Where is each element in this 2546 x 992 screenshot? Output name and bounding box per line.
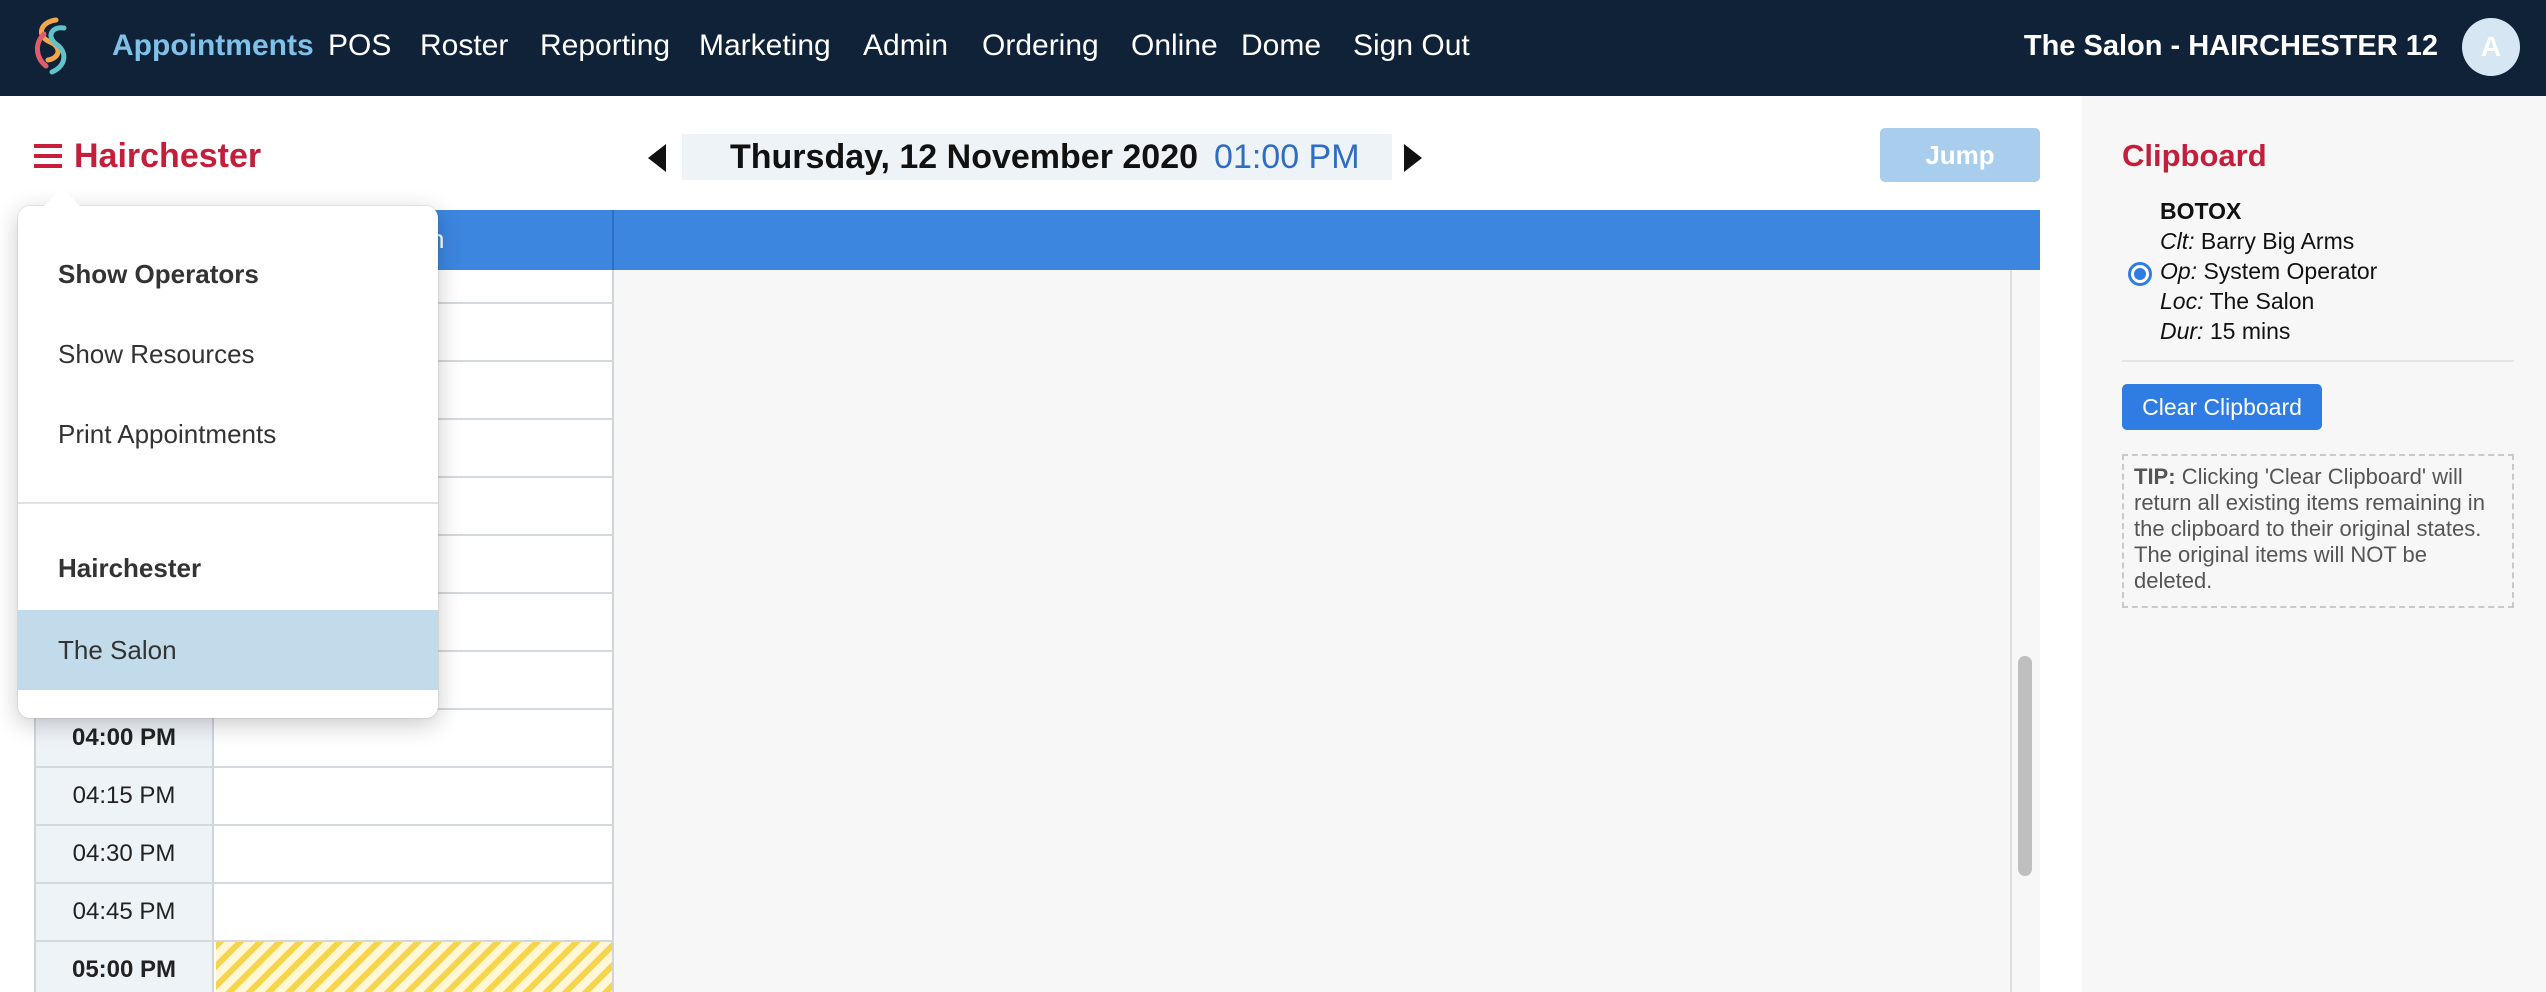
app-logo-icon[interactable] <box>26 14 80 78</box>
time-slot-label: 04:00 PM <box>71 724 177 751</box>
nav-marketing[interactable]: Marketing <box>699 26 831 66</box>
show-resources-option[interactable]: Show Resources <box>18 314 438 394</box>
nav-dome[interactable]: Dome <box>1241 26 1321 66</box>
clipboard-title: Clipboard <box>2122 138 2267 173</box>
top-nav-bar: Appointments POS Roster Reporting Market… <box>0 0 2546 96</box>
nav-ordering[interactable]: Ordering <box>982 26 1099 66</box>
calendar-body[interactable] <box>614 270 2040 992</box>
previous-day-arrow-icon[interactable] <box>648 144 666 172</box>
menu-divider <box>18 502 438 504</box>
clipboard-client-line: Clt: Barry Big Arms <box>2160 226 2377 256</box>
appointment-slot[interactable] <box>216 710 612 766</box>
tip-label: TIP: <box>2134 464 2176 489</box>
print-appointments-option[interactable]: Print Appointments <box>18 394 438 474</box>
operator-name: System Operator <box>2203 258 2378 284</box>
nav-sign-out[interactable]: Sign Out <box>1353 26 1470 66</box>
user-avatar[interactable]: A <box>2462 18 2520 76</box>
nav-reporting[interactable]: Reporting <box>540 26 670 66</box>
date-time-selector[interactable]: Thursday, 12 November 2020 01:00 PM <box>682 134 1392 180</box>
location-option-the-salon[interactable]: The Salon <box>18 610 438 690</box>
nav-online[interactable]: Online <box>1131 26 1218 66</box>
appointment-slot[interactable] <box>216 884 612 940</box>
duration-label: Dur: <box>2160 318 2204 344</box>
current-time: 01:00 PM <box>1214 137 1360 176</box>
hamburger-menu-icon[interactable] <box>34 144 62 168</box>
time-slot-label: 04:15 PM <box>72 782 176 809</box>
location-menu-popover: Show Operators Show Resources Print Appo… <box>18 188 438 718</box>
current-date: Thursday, 12 November 2020 <box>730 137 1199 176</box>
time-slot-label: 04:30 PM <box>72 840 176 867</box>
nav-roster[interactable]: Roster <box>420 26 508 66</box>
clipboard-item-radio[interactable] <box>2128 262 2152 286</box>
client-name: Barry Big Arms <box>2200 228 2355 254</box>
unavailable-slot[interactable] <box>216 942 612 992</box>
operator-label: Op: <box>2160 258 2198 284</box>
nav-pos[interactable]: POS <box>328 26 391 66</box>
appointment-slot[interactable] <box>216 826 612 882</box>
clipboard-item[interactable]: BOTOX Clt: Barry Big Arms Op: System Ope… <box>2160 196 2377 346</box>
nav-admin[interactable]: Admin <box>863 26 948 66</box>
location-name: The Salon <box>2209 288 2315 314</box>
jump-button[interactable]: Jump <box>1880 128 2040 182</box>
popover-arrow <box>42 188 82 208</box>
clipboard-location-line: Loc: The Salon <box>2160 286 2377 316</box>
location-section-heading: Hairchester <box>58 553 202 583</box>
nav-appointments[interactable]: Appointments <box>112 26 314 66</box>
time-slot-label: 05:00 PM <box>71 956 177 983</box>
appointment-slot[interactable] <box>216 768 612 824</box>
location-label: Loc: <box>2160 288 2204 314</box>
tenant-name: The Salon - HAIRCHESTER 12 <box>2023 30 2438 62</box>
clipboard-separator <box>2122 360 2514 362</box>
client-label: Clt: <box>2160 228 2195 254</box>
tip-text: Clicking 'Clear Clipboard' will return a… <box>2134 464 2485 593</box>
header-divider <box>612 210 614 270</box>
clipboard-operator-line: Op: System Operator <box>2160 256 2377 286</box>
calendar-scroll-track <box>2010 270 2012 992</box>
location-title: Hairchester <box>74 137 262 175</box>
clipboard-tip: TIP: Clicking 'Clear Clipboard' will ret… <box>2122 454 2514 608</box>
show-operators-option[interactable]: Show Operators <box>18 234 438 314</box>
clipboard-service: BOTOX <box>2160 198 2242 224</box>
clear-clipboard-button[interactable]: Clear Clipboard <box>2122 384 2322 430</box>
time-slot-label: 04:45 PM <box>72 898 176 925</box>
calendar-scrollbar[interactable] <box>2018 656 2032 876</box>
clipboard-duration-line: Dur: 15 mins <box>2160 316 2377 346</box>
location-menu-toggle[interactable]: Hairchester <box>34 136 261 176</box>
duration-value: 15 mins <box>2209 318 2291 344</box>
next-day-arrow-icon[interactable] <box>1404 144 1422 172</box>
